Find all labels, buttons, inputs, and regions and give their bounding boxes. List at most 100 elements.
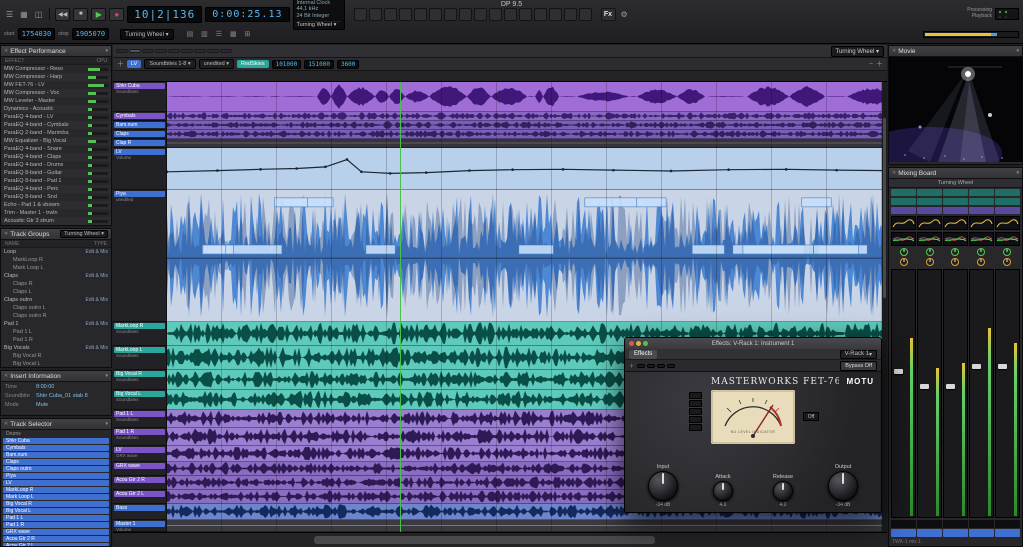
track-header[interactable]: LV GRX wave — [113, 446, 167, 462]
track-name-chip[interactable]: Clap R — [114, 140, 165, 146]
insert-chip[interactable] — [943, 207, 968, 214]
editor-tab[interactable] — [168, 49, 180, 53]
track-selector-item[interactable]: Bam.num — [3, 452, 109, 458]
eq-thumbnail[interactable] — [917, 232, 942, 246]
effect-row[interactable]: MW Leveler - Master — [1, 97, 111, 105]
automation-thumbnail[interactable] — [917, 216, 942, 230]
effect-row[interactable]: ParaEQ 4-band - Drums — [1, 161, 111, 169]
track-selector-item[interactable]: Pad 1 L — [3, 515, 109, 521]
track-selector-header[interactable]: ✕ Track Selector ▾ — [1, 419, 111, 430]
track-selector-item[interactable]: Big Vocal L — [3, 508, 109, 514]
editor-tab[interactable] — [155, 49, 167, 53]
minimize-icon[interactable] — [636, 341, 641, 346]
group-row[interactable]: Claps outro R — [1, 312, 111, 320]
effect-row[interactable]: Dynamics - Acoustic — [1, 105, 111, 113]
panel-close-icon[interactable]: ✕ — [4, 48, 8, 54]
plugin-window-titlebar[interactable]: Effects: V-Rack 1: Instrument 1 — [625, 338, 881, 349]
effect-row[interactable]: MW Compressor - Voc — [1, 89, 111, 97]
panel-close-icon[interactable]: ✕ — [4, 421, 8, 427]
group-row[interactable]: Claps outro L — [1, 304, 111, 312]
send-knob[interactable] — [977, 248, 986, 256]
preset-chip[interactable]: RedSkies — [237, 60, 269, 68]
scroll-thumb[interactable] — [314, 536, 655, 544]
insert-chip[interactable] — [917, 198, 942, 205]
track-name-chip[interactable]: Acou Gtr 2 R — [114, 477, 165, 483]
track-selector-item[interactable]: Shkr Cuba — [3, 438, 109, 444]
tool-icon[interactable] — [353, 7, 367, 21]
track-header[interactable]: MarkLoop L Soundbites — [113, 346, 167, 370]
mixing-board-header[interactable]: ✕ Mixing Board ▾ — [889, 168, 1022, 179]
track-header[interactable]: Big Vocal L Soundbites — [113, 390, 167, 410]
eq-thumbnail[interactable] — [969, 232, 994, 246]
editor-tab[interactable] — [181, 49, 193, 53]
pan-knob[interactable] — [899, 258, 908, 266]
group-row[interactable]: Loop Edit & Mix — [1, 248, 111, 256]
insert-chip[interactable] — [995, 198, 1020, 205]
clock-info-box[interactable]: Internal Clock 44.1 kHz 24 Bit Integer T… — [292, 0, 345, 31]
insert-slot[interactable] — [646, 363, 655, 368]
insert-information-header[interactable]: ✕ Insert Information ▾ — [1, 371, 111, 382]
bypass-button[interactable]: Bypass Off — [840, 360, 877, 371]
automation-thumbnail[interactable] — [969, 216, 994, 230]
track-selector-item[interactable]: Big Vocal R — [3, 501, 109, 507]
fader-thumb[interactable] — [972, 363, 981, 369]
insert-chip[interactable] — [969, 207, 994, 214]
track-lane[interactable] — [167, 112, 887, 121]
tool-icon[interactable] — [398, 7, 412, 21]
playhead[interactable] — [400, 82, 401, 532]
movie-frame[interactable] — [889, 57, 1022, 162]
grid-value-field[interactable]: 101000 — [271, 59, 302, 69]
track-selector-item[interactable]: GRX wave — [3, 529, 109, 535]
tool-icon[interactable] — [473, 7, 487, 21]
panel-close-icon[interactable]: ✕ — [892, 170, 896, 176]
view-toggle-icons[interactable]: ▤ ▥ ☰ ▦ ⊞ — [187, 30, 254, 38]
track-header[interactable]: Clap R — [113, 139, 167, 148]
track-lane[interactable] — [167, 121, 887, 130]
editor-tab[interactable] — [116, 49, 128, 53]
panel-close-icon[interactable]: ✕ — [4, 231, 8, 237]
track-header[interactable]: Shkr Cuba Soundbites — [113, 82, 167, 112]
insert-chip[interactable] — [891, 198, 916, 205]
tool-icon[interactable] — [443, 7, 457, 21]
track-name-chip[interactable]: Claps — [114, 131, 165, 137]
insert-chip[interactable] — [969, 189, 994, 196]
insert-slot[interactable] — [636, 363, 645, 368]
soundbite-selector[interactable]: Soundbites 1-8 ▾ — [144, 59, 196, 69]
chevron-down-icon[interactable]: ▾ — [105, 48, 108, 54]
record-button[interactable]: ● — [109, 7, 125, 21]
fader-thumb[interactable] — [894, 368, 903, 374]
rewind-button[interactable]: ◀◀ — [55, 7, 71, 21]
channel-fader[interactable] — [891, 269, 916, 518]
group-row[interactable]: Mark Loop L — [1, 264, 111, 272]
insert-chip[interactable] — [969, 198, 994, 205]
fader-thumb[interactable] — [946, 383, 955, 389]
plugin-knob[interactable]: Release 4.0 — [753, 474, 813, 508]
track-selector-item[interactable]: Mark Loop L — [3, 494, 109, 500]
insert-chip[interactable] — [943, 189, 968, 196]
effect-row[interactable]: MW Compressor - Harp — [1, 73, 111, 81]
pan-knob[interactable] — [925, 258, 934, 266]
smpte-counter[interactable]: 0:00:25.13 — [205, 6, 290, 22]
zoom-out-icon[interactable]: − — [869, 61, 873, 68]
effect-row[interactable]: ParaEQ 4-band - Cymbals — [1, 121, 111, 129]
eq-thumbnail[interactable] — [995, 232, 1020, 246]
stop-button[interactable]: ■ — [73, 7, 89, 21]
insert-chip[interactable] — [917, 207, 942, 214]
snap-value-field[interactable]: 151000 — [304, 59, 334, 69]
track-lane[interactable] — [167, 139, 887, 148]
track-selector-item[interactable]: Acou Gtr 2 R — [3, 536, 109, 542]
track-header[interactable]: LV Volume — [113, 148, 167, 190]
group-device-selector[interactable]: Turning Wheel ▾ — [60, 230, 108, 238]
channel-fader[interactable] — [995, 269, 1020, 518]
group-row[interactable]: Pad 1 L — [1, 328, 111, 336]
track-header[interactable]: Pad 1 L Soundbites — [113, 410, 167, 428]
zoom-in-icon[interactable]: ＋ — [876, 59, 883, 69]
fader-thumb[interactable] — [920, 383, 929, 389]
settings-gear-icon[interactable]: ⚙ — [619, 10, 630, 19]
group-row[interactable]: Big Vocals Edit & Mix — [1, 344, 111, 352]
insert-chip[interactable] — [891, 189, 916, 196]
ratio-button[interactable] — [689, 416, 702, 423]
insert-chip[interactable] — [995, 207, 1020, 214]
send-knob[interactable] — [925, 248, 934, 256]
track-header[interactable]: Acou Gtr 2 R — [113, 476, 167, 490]
